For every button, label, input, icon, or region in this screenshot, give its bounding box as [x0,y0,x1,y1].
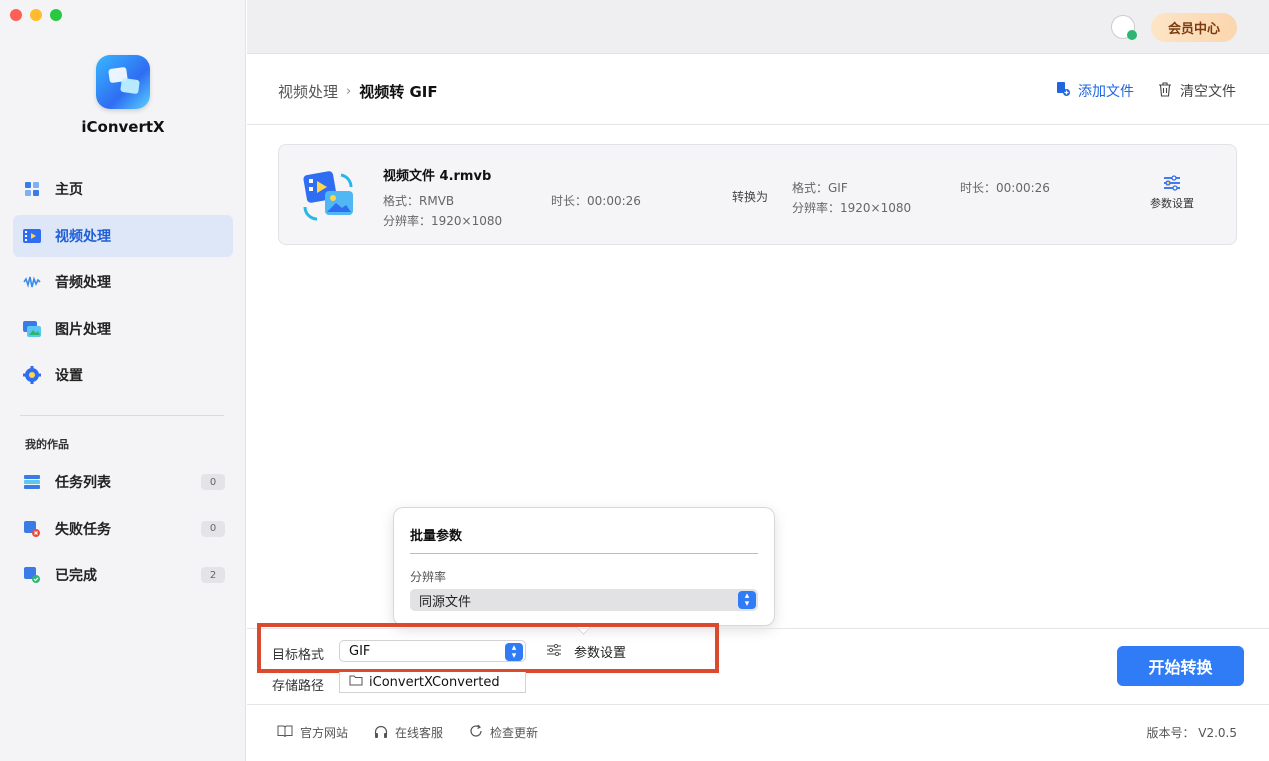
clear-files-label: 清空文件 [1180,84,1236,100]
resolution-label: 分辨率 [410,570,447,584]
footer-links: 官方网站 在线客服 检查更新 [277,724,538,741]
sidebar: iConvertX 主页 视频处理 音频处理 图片处理 设置 我的作品 任务列表… [0,0,246,761]
website-link[interactable]: 官方网站 [277,724,348,741]
highlight-annotation-box [257,623,719,673]
convert-to-label: 转换为 [732,190,769,204]
target-duration: 时长：00:00:26 [960,181,1050,195]
source-format: 格式：RMVB [383,194,455,208]
refresh-icon [469,724,483,741]
add-file-label: 添加文件 [1078,84,1134,100]
sidebar-divider [20,415,224,416]
task-list-icon [23,473,41,491]
file-params-button[interactable]: 参数设置 [1147,175,1197,211]
vip-center-button[interactable]: 会员中心 [1151,13,1237,42]
nav-label: 主页 [55,182,83,198]
section-title-my-works: 我的作品 [25,438,69,451]
source-resolution: 分辨率：1920×1080 [383,214,503,228]
resolution-select[interactable]: 同源文件 ▴ ▾ [410,589,758,611]
start-convert-button[interactable]: 开始转换 [1117,646,1244,686]
nav-item-task-list[interactable]: 任务列表 0 [13,461,233,503]
zoom-window-button[interactable] [50,9,62,21]
popover-divider [410,553,758,554]
sliders-icon [1147,175,1197,195]
nav-label: 视频处理 [55,228,111,245]
main-nav: 主页 视频处理 音频处理 图片处理 设置 [13,168,233,401]
add-file-icon [1056,82,1070,100]
nav-label: 设置 [55,368,83,385]
header-actions: 添加文件 清空文件 [1056,81,1236,101]
nav-label: 任务列表 [55,475,111,491]
audio-wave-icon [23,273,41,291]
headphones-icon [374,725,388,741]
popover-title: 批量参数 [410,529,463,544]
support-link[interactable]: 在线客服 [374,724,443,741]
user-avatar[interactable] [1111,15,1137,40]
close-window-button[interactable] [10,9,22,21]
nav-item-home[interactable]: 主页 [13,168,233,210]
file-card[interactable]: 视频文件 4.rmvb 格式：RMVB 分辨率：1920×1080 时长：00:… [278,144,1237,245]
save-path-field[interactable]: iConvertXConverted [339,672,526,693]
nav-item-video[interactable]: 视频处理 [13,214,233,257]
breadcrumb: 视频处理 › 视频转 GIF [278,81,438,102]
breadcrumb-parent[interactable]: 视频处理 [278,81,338,102]
gear-icon [23,366,41,385]
breadcrumb-current: 视频转 GIF [359,83,438,101]
nav-item-audio[interactable]: 音频处理 [13,261,233,303]
nav-item-completed[interactable]: 已完成 2 [13,554,233,596]
trash-icon [1158,81,1172,101]
check-update-label: 检查更新 [490,726,539,740]
batch-params-popover: 批量参数 分辨率 同源文件 ▴ ▾ [393,507,775,626]
clear-files-button[interactable]: 清空文件 [1158,81,1236,101]
save-path-value: iConvertXConverted [369,674,500,690]
video-icon [23,227,41,245]
footer-divider [247,704,1269,705]
completed-icon [23,566,41,584]
window-controls [10,9,62,21]
count-badge: 2 [201,567,225,584]
version-text: 版本号： V2.0.5 [1146,726,1237,740]
nav-label: 已完成 [55,568,97,585]
works-nav: 任务列表 0 失败任务 0 已完成 2 [13,461,233,601]
nav-item-image[interactable]: 图片处理 [13,308,233,350]
add-file-button[interactable]: 添加文件 [1056,81,1134,101]
book-icon [277,725,293,741]
nav-item-failed-tasks[interactable]: 失败任务 0 [13,508,233,550]
home-icon [23,180,41,198]
breadcrumb-separator: › [346,84,352,99]
resolution-value: 同源文件 [419,594,472,610]
nav-item-settings[interactable]: 设置 [13,354,233,396]
target-resolution: 分辨率：1920×1080 [792,201,912,215]
count-badge: 0 [201,474,225,490]
nav-label: 失败任务 [55,521,111,538]
file-params-label: 参数设置 [1150,197,1194,210]
header-divider [247,124,1269,125]
support-label: 在线客服 [395,726,444,740]
folder-icon [349,675,363,690]
source-duration: 时长：00:00:26 [551,194,641,208]
select-arrows-icon: ▴ ▾ [738,591,756,609]
file-name: 视频文件 4.rmvb [383,169,492,184]
minimize-window-button[interactable] [30,9,42,21]
image-icon [23,320,41,338]
app-name: iConvertX [81,118,165,136]
save-path-label: 存储路径 [272,679,325,694]
video-file-icon [301,167,357,223]
nav-label: 图片处理 [55,321,111,338]
website-label: 官方网站 [300,726,349,740]
failed-task-icon [23,520,41,538]
app-logo-icon [96,55,150,109]
nav-label: 音频处理 [55,275,111,292]
target-format: 格式：GIF [792,181,848,195]
count-badge: 0 [201,520,225,537]
check-update-link[interactable]: 检查更新 [469,724,538,741]
top-bar: 会员中心 [247,0,1269,54]
